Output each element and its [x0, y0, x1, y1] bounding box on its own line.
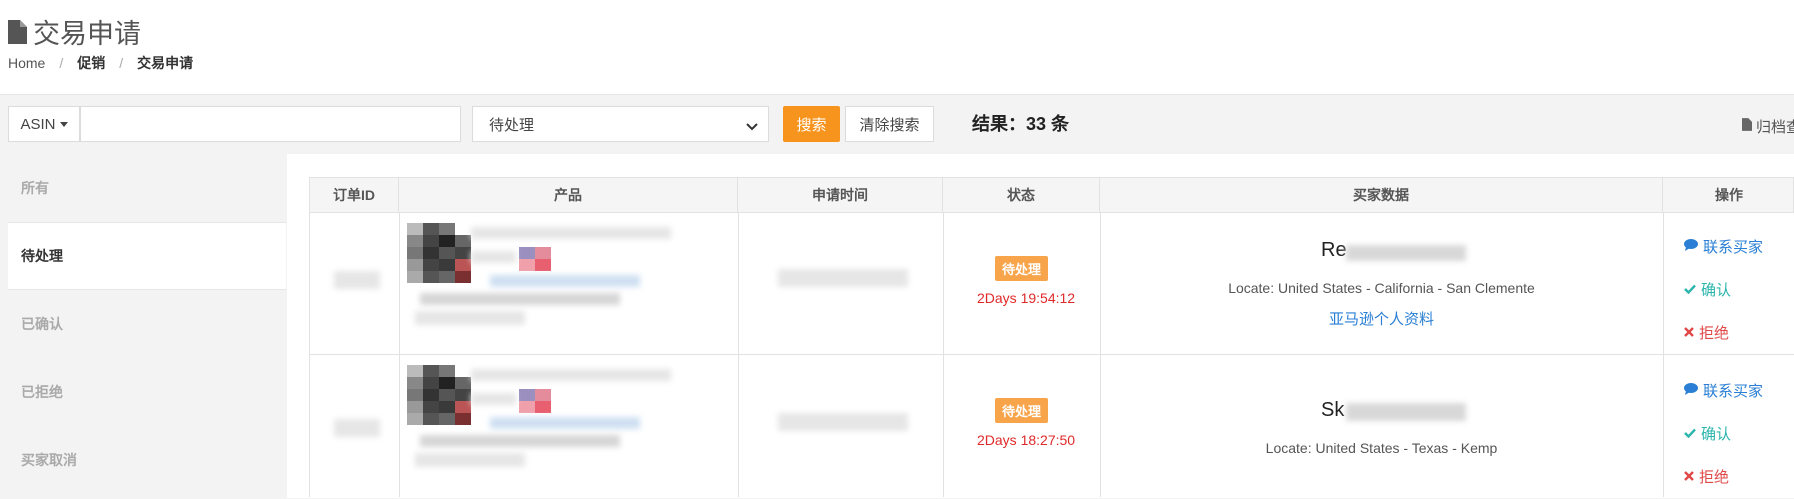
tab-buyer-cancelled[interactable]: 买家取消 — [8, 426, 286, 494]
file-icon — [8, 19, 27, 44]
breadcrumb-separator: / — [119, 55, 124, 71]
table-row: 待处理 2Days 18:27:50 Sk Locate: United Sta… — [309, 355, 1794, 497]
product-title-redacted — [471, 369, 671, 381]
table-row: 待处理 2Days 19:54:12 Re Locate: United Sta… — [309, 213, 1794, 355]
search-input[interactable] — [80, 106, 461, 142]
status-badge: 待处理 — [995, 398, 1049, 423]
page-title-text: 交易申请 — [33, 19, 141, 49]
reject-button[interactable]: 拒绝 — [1684, 322, 1729, 343]
product-asin-redacted — [420, 293, 620, 305]
column-buyer-data: 买家数据 — [1100, 178, 1663, 212]
order-id-redacted — [334, 271, 380, 289]
tab-rejected[interactable]: 已拒绝 — [8, 358, 286, 426]
tab-pending[interactable]: 待处理 — [8, 222, 286, 290]
buyer-locate: Locate: United States - Texas - Kemp — [1265, 440, 1498, 456]
buyer-name-redacted — [1346, 403, 1466, 421]
clear-search-button[interactable]: 清除搜索 — [845, 106, 934, 142]
comment-icon — [1684, 238, 1698, 255]
comment-icon — [1684, 382, 1698, 399]
amazon-profile-link[interactable]: 亚马逊个人资料 — [1329, 308, 1434, 329]
product-link-redacted — [490, 275, 640, 287]
file-icon — [1742, 118, 1752, 135]
close-icon — [1684, 324, 1694, 341]
request-time-redacted — [778, 269, 908, 287]
confirm-label: 确认 — [1701, 426, 1732, 443]
reject-label: 拒绝 — [1699, 325, 1730, 342]
caret-down-icon — [59, 121, 68, 127]
product-price-redacted — [415, 311, 525, 325]
column-product: 产品 — [399, 178, 738, 212]
buyer-name-redacted — [1346, 245, 1466, 261]
status-tabs: 所有 待处理 已确认 已拒绝 买家取消 — [8, 154, 286, 494]
asin-label: ASIN — [20, 115, 56, 133]
column-order-id: 订单ID — [310, 178, 399, 212]
archive-link[interactable]: 归档查 — [1742, 116, 1794, 137]
product-title-redacted — [471, 227, 671, 239]
status-badge: 待处理 — [995, 256, 1049, 281]
tab-all[interactable]: 所有 — [8, 154, 286, 222]
request-time-redacted — [778, 413, 908, 431]
order-id-redacted — [334, 419, 380, 437]
breadcrumb-promotion[interactable]: 促销 — [77, 53, 105, 73]
check-icon — [1684, 425, 1696, 442]
countdown-timer: 2Days 19:54:12 — [977, 290, 1076, 306]
page-header: 交易申请 Home / 促销 / 交易申请 — [0, 0, 1794, 94]
product-link-redacted — [490, 417, 640, 429]
contact-buyer-label: 联系买家 — [1703, 383, 1764, 400]
breadcrumb: Home / 促销 / 交易申请 — [8, 53, 193, 73]
search-button[interactable]: 搜索 — [783, 106, 840, 142]
tab-confirmed[interactable]: 已确认 — [8, 290, 286, 358]
asin-dropdown-button[interactable]: ASIN — [8, 106, 80, 142]
buyer-name-prefix: Sk — [1321, 399, 1345, 421]
product-asin-redacted — [420, 435, 620, 447]
check-icon — [1684, 281, 1696, 298]
buyer-name: Sk — [1321, 399, 1344, 422]
table-header: 订单ID 产品 申请时间 状态 买家数据 操作 — [309, 177, 1794, 213]
reject-label: 拒绝 — [1699, 469, 1730, 486]
confirm-button[interactable]: 确认 — [1684, 423, 1731, 444]
product-title-redacted — [471, 251, 516, 263]
buyer-name-prefix: Re — [1321, 239, 1347, 261]
product-price-redacted — [415, 453, 525, 467]
buyer-locate: Locate: United States - California - San… — [1228, 280, 1535, 296]
confirm-label: 确认 — [1701, 282, 1732, 299]
column-actions: 操作 — [1715, 187, 1743, 203]
breadcrumb-separator: / — [59, 55, 64, 71]
product-title-redacted — [471, 393, 516, 405]
confirm-button[interactable]: 确认 — [1684, 279, 1731, 300]
page-title: 交易申请 — [8, 12, 141, 51]
countdown-timer: 2Days 18:27:50 — [977, 432, 1076, 448]
breadcrumb-home[interactable]: Home — [8, 55, 45, 71]
chevron-down-icon — [746, 119, 758, 136]
archive-label: 归档查 — [1756, 119, 1794, 136]
contact-buyer-label: 联系买家 — [1703, 239, 1764, 256]
contact-buyer-button[interactable]: 联系买家 — [1684, 380, 1763, 401]
close-icon — [1684, 468, 1694, 485]
contact-buyer-button[interactable]: 联系买家 — [1684, 236, 1763, 257]
column-status: 状态 — [943, 178, 1100, 212]
column-request-time: 申请时间 — [738, 178, 943, 212]
breadcrumb-current: 交易申请 — [137, 55, 194, 71]
status-select-value: 待处理 — [489, 116, 535, 134]
reject-button[interactable]: 拒绝 — [1684, 466, 1729, 487]
result-count: 结果：33 条 — [972, 114, 1070, 134]
status-select[interactable]: 待处理 — [472, 106, 769, 142]
buyer-name: Re — [1321, 239, 1347, 262]
